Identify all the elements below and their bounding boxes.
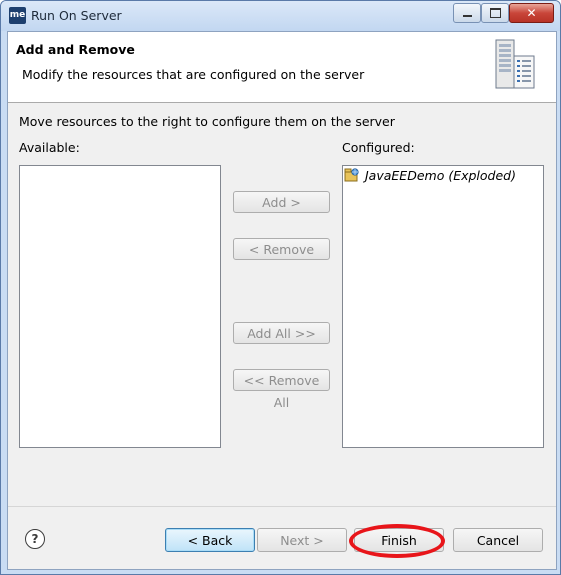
close-icon: ✕ (526, 6, 537, 20)
available-label: Available: (19, 140, 80, 155)
back-button[interactable]: < Back (165, 528, 255, 552)
dialog-client-area: Add and Remove Modify the resources that… (7, 31, 557, 570)
remove-button[interactable]: < Remove (233, 238, 330, 260)
add-all-button[interactable]: Add All >> (233, 322, 330, 344)
title-bar[interactable]: me Run On Server ✕ (1, 1, 560, 31)
remove-all-button[interactable]: << Remove All (233, 369, 330, 410)
cancel-button[interactable]: Cancel (453, 528, 543, 552)
window-title: Run On Server (31, 8, 122, 23)
finish-button[interactable]: Finish (354, 528, 444, 552)
configured-label: Configured: (342, 140, 415, 155)
maximize-button[interactable] (481, 3, 509, 23)
myeclipse-app-icon: me (9, 7, 26, 24)
available-list[interactable] (19, 165, 221, 448)
web-module-icon (344, 168, 359, 182)
configured-list[interactable]: JavaEEDemo (Exploded) (342, 165, 544, 448)
question-icon[interactable]: ? (25, 529, 45, 549)
server-icon (495, 39, 535, 89)
minimize-icon (462, 15, 472, 17)
add-button[interactable]: Add > (233, 191, 330, 213)
next-button[interactable]: Next > (257, 528, 347, 552)
run-on-server-window: me Run On Server ✕ Add and Remove Modify… (0, 0, 561, 575)
close-button[interactable]: ✕ (509, 3, 554, 23)
page-title: Add and Remove (16, 42, 135, 57)
page-description: Modify the resources that are configured… (22, 67, 365, 82)
maximize-icon (489, 8, 501, 18)
minimize-button[interactable] (453, 3, 481, 23)
footer-separator (8, 506, 556, 507)
wizard-banner: Add and Remove Modify the resources that… (8, 32, 556, 103)
list-item-label: JavaEEDemo (Exploded) (365, 168, 516, 183)
instructions-text: Move resources to the right to configure… (19, 114, 395, 129)
